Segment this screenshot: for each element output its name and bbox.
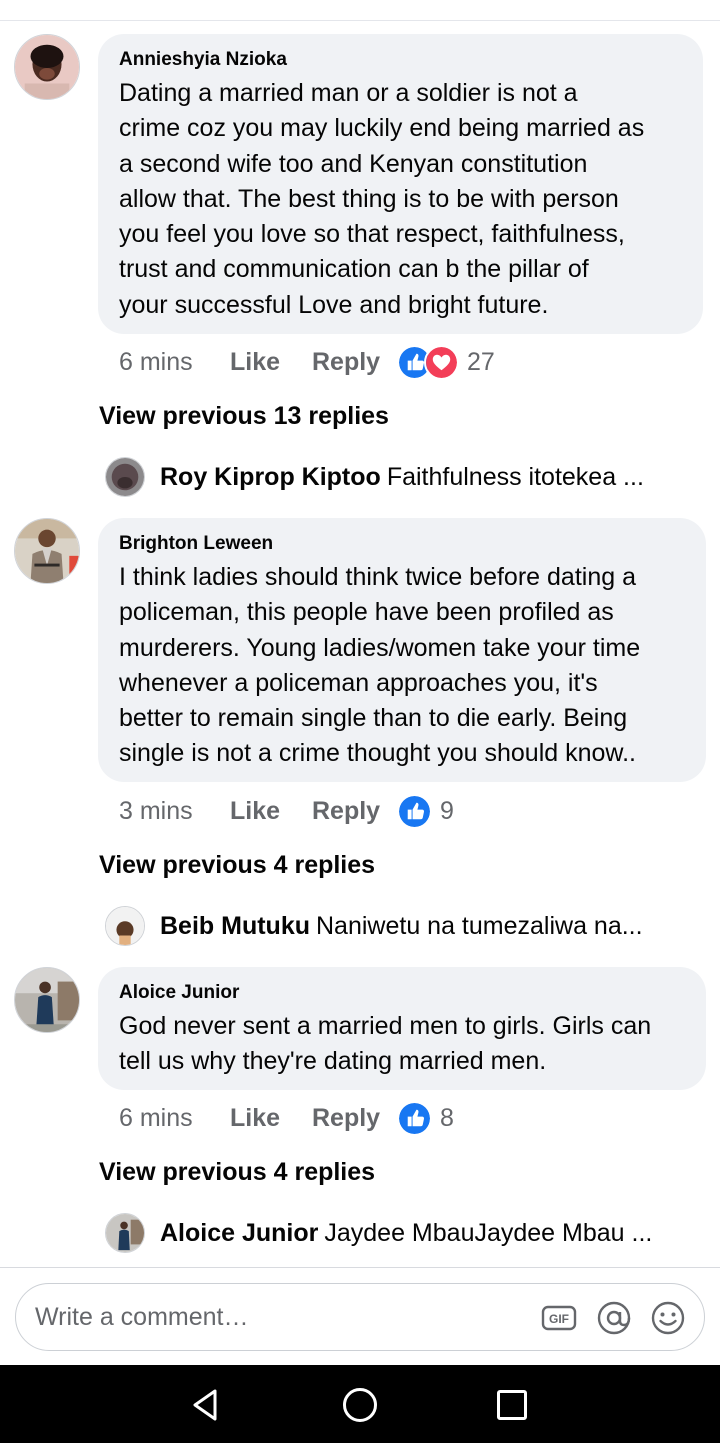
latest-reply[interactable]: Beib Mutuku Naniwetu na tumezaliwa na... xyxy=(160,912,643,941)
love-icon xyxy=(424,344,459,380)
like-button[interactable]: Like xyxy=(230,797,312,826)
reply-author[interactable]: Roy Kiprop Kiptoo xyxy=(160,463,381,491)
reply-button[interactable]: Reply xyxy=(312,1104,397,1133)
profile-photo-icon xyxy=(106,907,144,945)
reply-button[interactable]: Reply xyxy=(312,348,397,377)
profile-photo-icon xyxy=(15,519,79,583)
comment-text: I think ladies should think twice before… xyxy=(119,563,641,768)
back-icon[interactable] xyxy=(186,1385,226,1425)
latest-reply[interactable]: Aloice Junior Jaydee MbauJaydee Mbau ... xyxy=(160,1219,652,1248)
svg-text:GIF: GIF xyxy=(549,1312,569,1326)
view-previous-replies[interactable]: View previous 4 replies xyxy=(99,1158,375,1187)
comment-author[interactable]: Annieshyia Nzioka xyxy=(119,48,683,72)
comment-input[interactable] xyxy=(35,1300,515,1334)
reply-author[interactable]: Aloice Junior xyxy=(160,1219,318,1247)
reaction-summary[interactable]: 9 xyxy=(397,793,454,829)
comment-actions: 6 mins Like Reply 8 xyxy=(119,1100,454,1136)
comment-author[interactable]: Aloice Junior xyxy=(119,981,686,1005)
latest-reply[interactable]: Roy Kiprop Kiptoo Faithfulness itotekea .… xyxy=(160,463,644,492)
like-button[interactable]: Like xyxy=(230,1104,312,1133)
avatar-aloice[interactable] xyxy=(14,967,80,1033)
home-icon[interactable] xyxy=(340,1385,380,1425)
profile-photo-icon xyxy=(15,35,79,99)
system-navigation-bar xyxy=(0,1365,720,1443)
avatar-annieshyia[interactable] xyxy=(14,34,80,100)
comment-actions: 3 mins Like Reply 9 xyxy=(119,793,454,829)
comment-actions: 6 mins Like Reply 27 xyxy=(119,344,495,380)
reaction-summary[interactable]: 27 xyxy=(397,344,495,380)
reaction-count: 8 xyxy=(440,1103,454,1132)
composer-divider xyxy=(0,1267,720,1268)
reply-button[interactable]: Reply xyxy=(312,797,397,826)
avatar-brighton[interactable] xyxy=(14,518,80,584)
reply-avatar[interactable] xyxy=(105,906,145,946)
reaction-count: 9 xyxy=(440,796,454,825)
reply-avatar[interactable] xyxy=(105,1213,145,1253)
emoji-icon[interactable] xyxy=(650,1300,686,1336)
profile-photo-icon xyxy=(15,968,79,1032)
like-icon xyxy=(397,793,432,829)
top-divider xyxy=(0,20,720,21)
reply-preview: Naniwetu na tumezaliwa na... xyxy=(316,912,643,940)
view-previous-replies[interactable]: View previous 4 replies xyxy=(99,851,375,880)
comment-text: God never sent a married men to girls. G… xyxy=(119,1012,652,1076)
gif-icon[interactable]: GIF xyxy=(541,1300,577,1336)
comment-composer[interactable]: GIF xyxy=(15,1283,705,1351)
comment-time[interactable]: 6 mins xyxy=(119,348,230,377)
comment-time[interactable]: 6 mins xyxy=(119,1104,230,1133)
comment-bubble[interactable]: Aloice Junior God never sent a married m… xyxy=(98,967,706,1090)
profile-photo-icon xyxy=(106,458,144,496)
reply-preview: Faithfulness itotekea ... xyxy=(386,463,644,491)
view-previous-replies[interactable]: View previous 13 replies xyxy=(99,402,389,431)
like-button[interactable]: Like xyxy=(230,348,312,377)
mention-icon[interactable] xyxy=(596,1300,632,1336)
reply-preview: Jaydee MbauJaydee Mbau ... xyxy=(324,1219,653,1247)
comment-text: Dating a married man or a soldier is not… xyxy=(119,79,645,319)
comment-time[interactable]: 3 mins xyxy=(119,797,230,826)
comment-bubble[interactable]: Brighton Leween I think ladies should th… xyxy=(98,518,706,782)
like-icon xyxy=(397,1100,432,1136)
reply-avatar[interactable] xyxy=(105,457,145,497)
reaction-count: 27 xyxy=(467,347,495,376)
profile-photo-icon xyxy=(106,1214,144,1252)
comment-author[interactable]: Brighton Leween xyxy=(119,532,686,556)
recents-icon[interactable] xyxy=(492,1385,532,1425)
reply-author[interactable]: Beib Mutuku xyxy=(160,912,310,940)
comment-bubble[interactable]: Annieshyia Nzioka Dating a married man o… xyxy=(98,34,703,334)
reaction-summary[interactable]: 8 xyxy=(397,1100,454,1136)
